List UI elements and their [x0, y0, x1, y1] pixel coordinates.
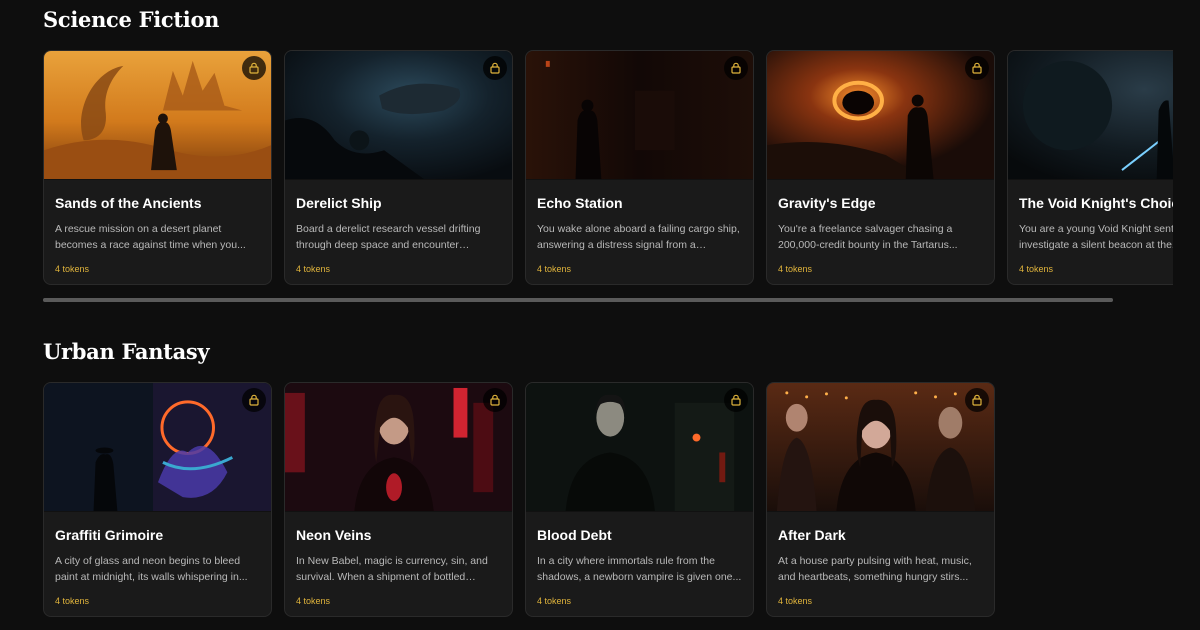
lock-badge — [242, 56, 266, 80]
scrollbar-thumb[interactable] — [43, 298, 1113, 302]
token-cost: 4 tokens — [778, 264, 813, 274]
token-cost: 4 tokens — [296, 596, 331, 606]
lock-icon — [249, 62, 259, 74]
lock-icon — [972, 394, 982, 406]
story-card[interactable]: The Void Knight's Choice You are a young… — [1007, 50, 1173, 285]
section-title: Urban Fantasy — [43, 339, 210, 364]
card-title: Neon Veins — [296, 527, 372, 543]
card-row: Sands of the Ancients A rescue mission o… — [43, 50, 1173, 285]
card-image — [285, 383, 512, 512]
lock-icon — [972, 62, 982, 74]
card-description: A city of glass and neon begins to bleed… — [55, 555, 248, 583]
card-image — [526, 51, 753, 180]
lock-badge — [965, 56, 989, 80]
story-card[interactable]: Echo Station You wake alone aboard a fai… — [525, 50, 754, 285]
card-title: Blood Debt — [537, 527, 612, 543]
card-image — [767, 51, 994, 180]
card-description: You are a young Void Knight sent to inve… — [1019, 223, 1173, 251]
token-cost: 4 tokens — [778, 596, 813, 606]
card-image — [767, 383, 994, 512]
card-description: At a house party pulsing with heat, musi… — [778, 555, 972, 583]
card-description: You wake alone aboard a failing cargo sh… — [537, 223, 740, 251]
card-image — [44, 51, 271, 180]
token-cost: 4 tokens — [1019, 264, 1054, 274]
section-urban-fantasy: Urban Fantasy Graffiti Grimoire A city o… — [43, 337, 1200, 617]
card-image — [1008, 51, 1173, 180]
card-description: In New Babel, magic is currency, sin, an… — [296, 555, 488, 583]
card-row: Graffiti Grimoire A city of glass and ne… — [43, 382, 1173, 617]
card-title: Graffiti Grimoire — [55, 527, 164, 543]
lock-badge — [724, 56, 748, 80]
lock-icon — [731, 62, 741, 74]
lock-icon — [490, 394, 500, 406]
lock-badge — [965, 388, 989, 412]
token-cost: 4 tokens — [296, 264, 331, 274]
card-title: Sands of the Ancients — [55, 195, 202, 211]
card-image — [44, 383, 271, 512]
lock-icon — [490, 62, 500, 74]
story-card[interactable]: Sands of the Ancients A rescue mission o… — [43, 50, 272, 285]
token-cost: 4 tokens — [537, 596, 572, 606]
card-image — [526, 383, 753, 512]
card-title: Gravity's Edge — [778, 195, 876, 211]
token-cost: 4 tokens — [55, 264, 90, 274]
story-card[interactable]: Blood Debt In a city where immortals rul… — [525, 382, 754, 617]
story-card[interactable]: Neon Veins In New Babel, magic is curren… — [284, 382, 513, 617]
section-title: Science Fiction — [43, 7, 220, 32]
card-title: The Void Knight's Choice — [1019, 195, 1173, 211]
card-description: You're a freelance salvager chasing a 20… — [778, 223, 958, 251]
card-image — [285, 51, 512, 180]
story-card[interactable]: Gravity's Edge You're a freelance salvag… — [766, 50, 995, 285]
token-cost: 4 tokens — [55, 596, 90, 606]
story-card[interactable]: Derelict Ship Board a derelict research … — [284, 50, 513, 285]
card-description: A rescue mission on a desert planet beco… — [55, 223, 246, 251]
horizontal-scrollbar[interactable] — [43, 298, 1113, 302]
lock-badge — [483, 56, 507, 80]
lock-icon — [731, 394, 741, 406]
section-science-fiction: Science Fiction Sands of the Ancients A … — [43, 5, 1200, 302]
card-title: Derelict Ship — [296, 195, 382, 211]
lock-badge — [724, 388, 748, 412]
story-card[interactable]: After Dark At a house party pulsing with… — [766, 382, 995, 617]
story-card[interactable]: Graffiti Grimoire A city of glass and ne… — [43, 382, 272, 617]
lock-badge — [483, 388, 507, 412]
lock-icon — [249, 394, 259, 406]
card-description: Board a derelict research vessel driftin… — [296, 223, 481, 251]
lock-badge — [242, 388, 266, 412]
card-description: In a city where immortals rule from the … — [537, 555, 742, 583]
card-title: Echo Station — [537, 195, 623, 211]
card-title: After Dark — [778, 527, 846, 543]
token-cost: 4 tokens — [537, 264, 572, 274]
